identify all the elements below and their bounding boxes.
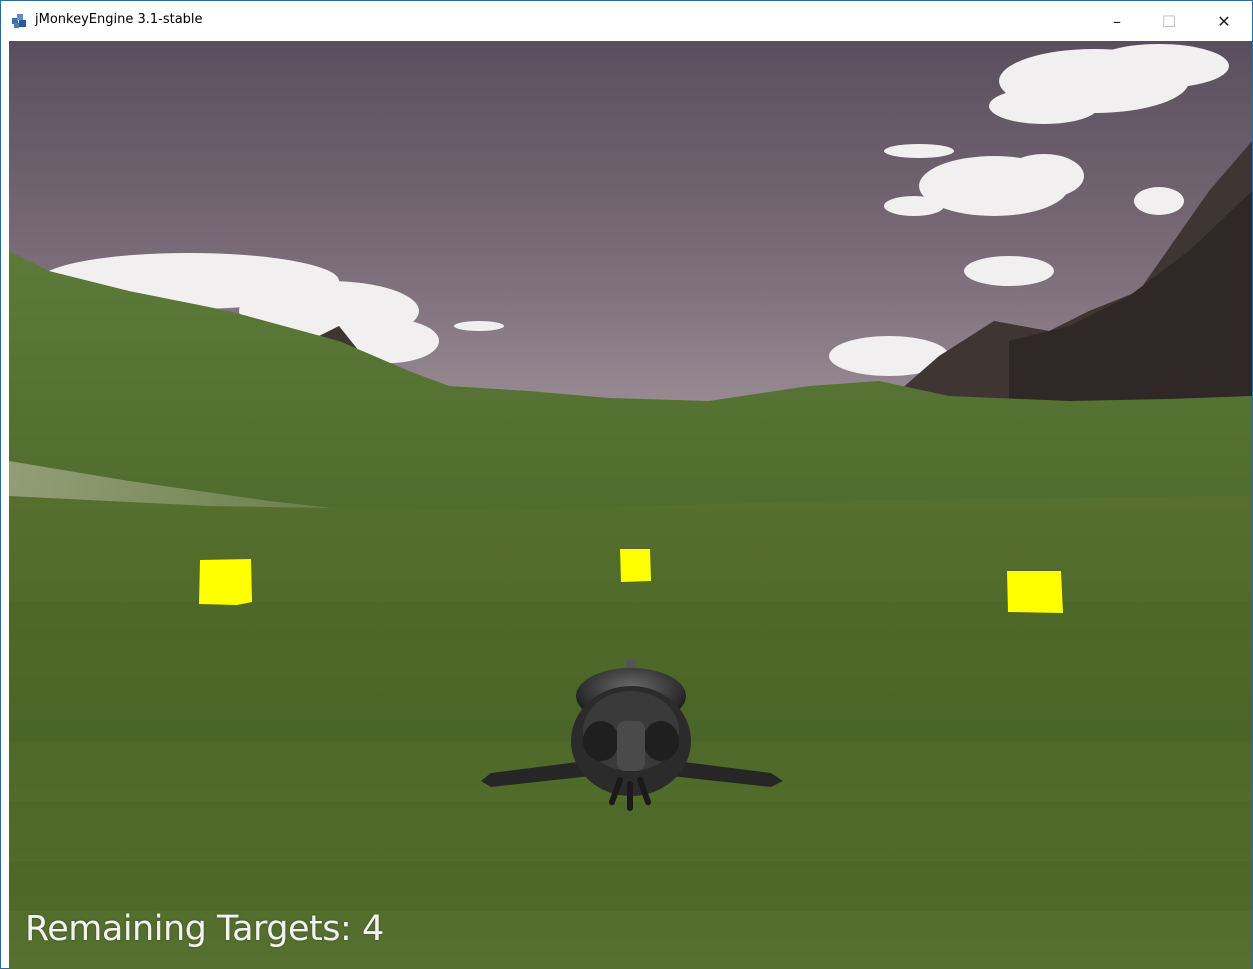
close-button[interactable]: ✕ — [1201, 1, 1247, 41]
title-bar[interactable]: jMonkeyEngine 3.1-stable – ☐ ✕ — [1, 1, 1252, 41]
remaining-targets-count: 4 — [361, 909, 384, 949]
maximize-icon: ☐ — [1161, 11, 1177, 31]
jmonkey-logo-icon — [12, 14, 26, 28]
center-target — [620, 549, 651, 582]
left-target — [199, 559, 252, 605]
minimize-icon: – — [1113, 11, 1121, 31]
window-title: jMonkeyEngine 3.1-stable — [35, 12, 203, 27]
game-window: jMonkeyEngine 3.1-stable – ☐ ✕ Remaining… — [0, 0, 1253, 969]
remaining-targets-label: Remaining Targets: — [25, 909, 352, 949]
close-icon: ✕ — [1217, 11, 1231, 31]
remaining-targets-hud: Remaining Targets: 4 — [25, 909, 384, 949]
scene-canvas — [9, 41, 1252, 969]
maximize-button[interactable]: ☐ — [1146, 1, 1192, 41]
game-viewport[interactable]: Remaining Targets: 4 — [9, 41, 1252, 969]
right-target — [1007, 571, 1063, 613]
minimize-button[interactable]: – — [1094, 1, 1140, 41]
